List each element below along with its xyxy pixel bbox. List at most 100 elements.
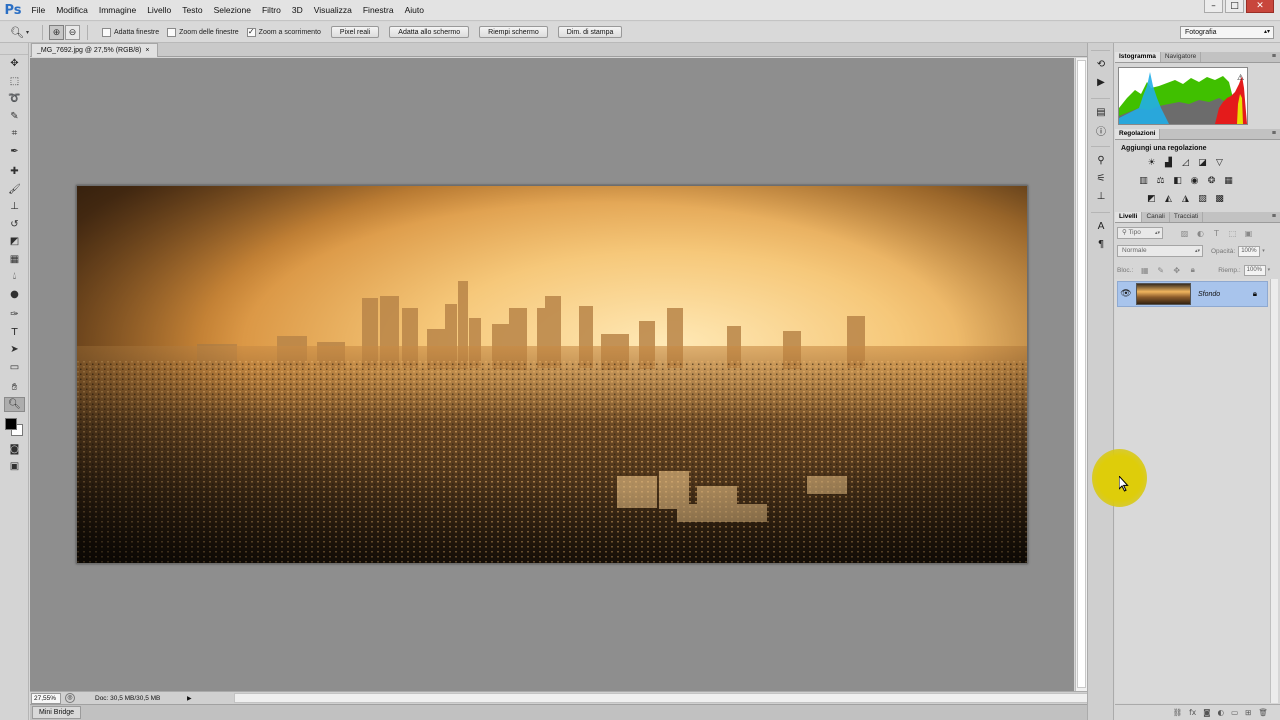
hue-saturation-icon[interactable]: ▥: [1137, 175, 1150, 187]
exposure-icon[interactable]: ◪: [1196, 157, 1209, 169]
tab-histogram[interactable]: Istogramma: [1115, 52, 1161, 62]
lock-pixels-icon[interactable]: ✎: [1155, 265, 1166, 276]
panel-menu-icon[interactable]: ≡: [1272, 52, 1276, 62]
eraser-tool-icon[interactable]: ◩: [0, 233, 29, 251]
maximize-button[interactable]: □: [1225, 0, 1244, 13]
posterize-icon[interactable]: ◭: [1162, 193, 1175, 205]
invert-icon[interactable]: ◩: [1145, 193, 1158, 205]
blur-tool-icon[interactable]: 💧︎: [0, 268, 29, 286]
brush-presets-icon[interactable]: ⚲: [1088, 151, 1114, 169]
clone-stamp-tool-icon[interactable]: ⊥: [0, 198, 29, 216]
brightness-icon[interactable]: ☀: [1145, 157, 1158, 169]
pixel-filter-icon[interactable]: ▨: [1179, 228, 1190, 239]
vertical-scrollbar[interactable]: [1075, 58, 1087, 691]
visibility-eye-icon[interactable]: 👁︎: [1118, 289, 1134, 299]
opacity-field[interactable]: 100%: [1238, 245, 1261, 257]
hand-tool-icon[interactable]: ✋︎: [0, 379, 29, 397]
zoom-in-button[interactable]: ⊕: [49, 24, 64, 40]
shape-tool-icon[interactable]: ▭: [0, 359, 29, 377]
gradient-map-icon[interactable]: ▨: [1196, 193, 1209, 205]
document-tab[interactable]: _MG_7692.jpg @ 27,5% (RGB/8) ×: [31, 43, 159, 57]
menu-file[interactable]: File: [26, 0, 51, 21]
minimize-button[interactable]: –: [1204, 0, 1223, 13]
tab-channels[interactable]: Canali: [1142, 212, 1170, 222]
checkbox-box-checked[interactable]: ✓: [246, 27, 256, 37]
levels-icon[interactable]: ▟: [1162, 157, 1175, 169]
menu-filtro[interactable]: Filtro: [256, 0, 286, 21]
scrubby-zoom-checkbox[interactable]: ✓ Zoom a scorrimento: [246, 27, 321, 37]
fit-screen-button[interactable]: Adatta allo schermo: [389, 26, 470, 38]
paragraph-icon[interactable]: ¶: [1088, 235, 1114, 253]
zoom-all-windows-checkbox[interactable]: Zoom delle finestre: [167, 27, 239, 37]
delete-layer-icon[interactable]: 🗑︎: [1258, 708, 1268, 717]
color-lookup-icon[interactable]: ▦: [1222, 175, 1235, 187]
fill-screen-button[interactable]: Riempi schermo: [479, 26, 548, 38]
panel-menu-icon[interactable]: ≡: [1272, 129, 1276, 139]
actual-pixels-button[interactable]: Pixel reali: [330, 26, 380, 38]
lock-position-icon[interactable]: ✥: [1171, 265, 1182, 276]
eyedropper-tool-icon[interactable]: ✒: [0, 143, 29, 161]
tab-navigator[interactable]: Navigatore: [1161, 52, 1202, 62]
menu-immagine[interactable]: Immagine: [93, 0, 141, 21]
screen-mode-icon[interactable]: ▣: [0, 458, 29, 476]
channel-mixer-icon[interactable]: ❂: [1205, 175, 1218, 187]
blend-mode-select[interactable]: Normale ▴▾: [1117, 245, 1203, 257]
adjustment-filter-icon[interactable]: ◐: [1195, 228, 1206, 239]
actions-icon[interactable]: ▶: [1088, 73, 1114, 91]
info-icon[interactable]: ◎: [65, 693, 75, 703]
lock-all-icon[interactable]: 🔒︎: [1187, 265, 1198, 276]
menu-3d[interactable]: 3D: [286, 0, 308, 21]
document-image[interactable]: [76, 185, 1028, 564]
tool-preset-picker[interactable]: 🔍︎ ▾: [10, 25, 36, 40]
new-group-icon[interactable]: ▭: [1231, 708, 1238, 717]
zoom-level-field[interactable]: 27,55%: [31, 692, 61, 704]
marquee-tool-icon[interactable]: ⬚: [0, 73, 29, 91]
close-tab-icon[interactable]: ×: [145, 47, 149, 54]
new-layer-icon[interactable]: ⊞: [1245, 708, 1251, 717]
clipping-warning-icon[interactable]: ⚠: [1237, 73, 1244, 82]
workspace-select[interactable]: Fotografia ▴▾: [1180, 26, 1274, 39]
close-button[interactable]: ✕: [1246, 0, 1274, 13]
lock-transparency-icon[interactable]: ▦: [1139, 265, 1150, 276]
move-tool-icon[interactable]: ✥: [0, 55, 29, 73]
type-filter-icon[interactable]: T: [1211, 228, 1222, 239]
menu-visualizza[interactable]: Visualizza: [308, 0, 357, 21]
new-adjustment-icon[interactable]: ◐: [1218, 708, 1225, 717]
fill-field[interactable]: 100%: [1243, 264, 1266, 276]
checkbox-box[interactable]: [102, 27, 111, 37]
menu-modifica[interactable]: Modifica: [51, 0, 94, 21]
panel-menu-icon[interactable]: ≡: [1272, 212, 1276, 222]
dodge-tool-icon[interactable]: ●: [0, 286, 29, 304]
history-brush-tool-icon[interactable]: ↺: [0, 216, 29, 234]
layer-comps-icon[interactable]: ▤: [1088, 103, 1114, 121]
tab-layers[interactable]: Livelli: [1115, 212, 1143, 222]
checkbox-box[interactable]: [167, 27, 177, 37]
lasso-tool-icon[interactable]: ➰: [0, 90, 29, 108]
fit-windows-checkbox[interactable]: Adatta finestre: [102, 27, 159, 37]
add-mask-icon[interactable]: ◙: [1203, 708, 1210, 717]
clone-source-icon[interactable]: ⊥: [1088, 187, 1114, 205]
path-selection-tool-icon[interactable]: ➤: [0, 341, 29, 359]
brush-tool-icon[interactable]: 🖌︎: [0, 181, 29, 199]
tool-presets-icon[interactable]: ⚟: [1088, 169, 1114, 187]
pen-tool-icon[interactable]: ✑: [0, 306, 29, 324]
selective-color-icon[interactable]: ▩: [1213, 193, 1226, 205]
panel-grip[interactable]: [0, 43, 28, 55]
zoom-out-button[interactable]: ⊖: [65, 24, 80, 40]
healing-brush-tool-icon[interactable]: ✚: [0, 163, 29, 181]
quick-mask-icon[interactable]: ◙: [0, 441, 29, 459]
quick-selection-tool-icon[interactable]: ✎: [0, 108, 29, 126]
status-menu-arrow-icon[interactable]: ▶: [187, 695, 196, 702]
print-size-button[interactable]: Dim. di stampa: [557, 26, 623, 38]
horizontal-scrollbar[interactable]: [234, 693, 1110, 703]
menu-aiuto[interactable]: Aiuto: [399, 0, 429, 21]
character-icon[interactable]: A: [1088, 217, 1114, 235]
curves-icon[interactable]: ◿: [1179, 157, 1192, 169]
chevron-down-icon[interactable]: ▾: [1262, 248, 1265, 254]
crop-tool-icon[interactable]: ⌗: [0, 125, 29, 143]
vibrance-icon[interactable]: ▽: [1213, 157, 1226, 169]
black-white-icon[interactable]: ◧: [1171, 175, 1184, 187]
link-layers-icon[interactable]: ⛓: [1173, 708, 1183, 717]
type-tool-icon[interactable]: T: [0, 324, 29, 342]
menu-testo[interactable]: Testo: [177, 0, 208, 21]
